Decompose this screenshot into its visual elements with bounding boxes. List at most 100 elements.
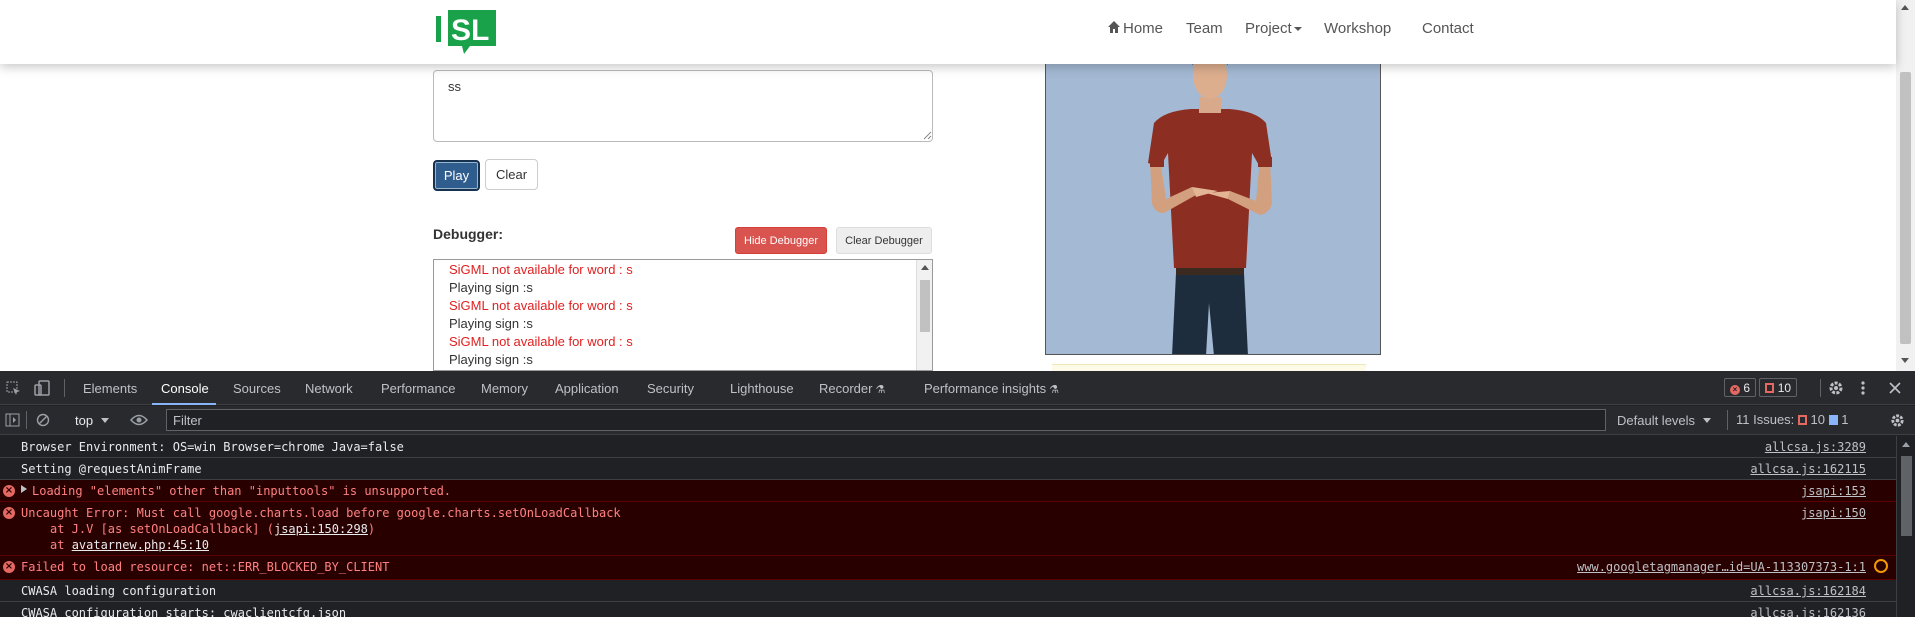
device-toolbar-icon[interactable] [34,380,50,396]
home-icon [1108,21,1120,33]
nav-workshop[interactable]: Workshop [1324,20,1391,37]
log-levels-dropdown[interactable]: Default levels [1617,413,1712,428]
nav-project-dropdown[interactable]: Project [1245,20,1302,37]
scroll-up-icon[interactable] [921,265,929,270]
resize-grip-icon[interactable] [922,130,932,140]
tab-console[interactable]: Console [161,381,209,396]
console-settings-gear-icon[interactable] [1890,413,1905,428]
settings-gear-icon[interactable] [1828,380,1844,396]
avatar-figure [1148,63,1272,354]
experiment-flask-icon: ⚗ [1049,384,1059,396]
info-flag-icon [1828,415,1838,425]
log-levels-label: Default levels [1617,413,1696,428]
isl-logo[interactable]: SL [436,8,500,56]
tab-sources[interactable]: Sources [233,381,281,396]
tab-performance-insights[interactable]: Performance insights ⚗ [924,381,1059,396]
expand-arrow-icon[interactable] [21,485,27,493]
more-options-icon[interactable] [1860,380,1866,396]
clear-button[interactable]: Clear [485,159,538,190]
debug-log-line: SiGML not available for word : s [449,334,633,349]
web-page: SL Home Team Project Workshop Contact ss… [0,0,1915,371]
nav-home[interactable]: Home [1107,20,1163,37]
stack-frame: at avatarnew.php:45:10 [50,538,209,552]
console-error-message[interactable]: × Uncaught Error: Must call google.chart… [0,502,1896,556]
debugger-scroll-thumb[interactable] [920,280,930,332]
scroll-up-icon[interactable] [1902,442,1910,447]
tab-recorder[interactable]: Recorder ⚗ [819,381,885,396]
console-error-message[interactable]: × Loading "elements" other than "inputto… [0,480,1896,502]
console-message: CWASA configuration starts: cwaclientcfg… [0,602,1896,617]
source-link[interactable]: allcsa.js:3289 [1765,440,1866,454]
error-counter[interactable]: × 6 10 [1724,378,1798,398]
source-link[interactable]: allcsa.js:162136 [1750,606,1866,617]
stack-frame: at J.V [as setOnLoadCallback] (jsapi:150… [50,522,375,536]
hide-debugger-button[interactable]: Hide Debugger [735,227,827,254]
issue-count-badge[interactable]: 10 [1759,378,1798,397]
stack-frame-link[interactable]: jsapi:150:298 [274,522,368,536]
source-link[interactable]: jsapi:150 [1801,506,1866,520]
page-scrollbar[interactable] [1896,0,1915,371]
svg-text:SL: SL [451,14,489,47]
tab-application[interactable]: Application [555,381,619,396]
signing-avatar[interactable] [1045,62,1381,355]
tab-performance-insights-label: Performance insights [924,381,1047,396]
scroll-down-icon[interactable] [1901,358,1909,363]
dropdown-arrow-icon [101,418,110,423]
nav-home-label: Home [1123,20,1164,37]
error-icon: × [3,507,15,519]
play-button[interactable]: Play [433,160,480,191]
debugger-log[interactable]: SiGML not available for word : s Playing… [433,259,933,371]
close-icon[interactable] [1889,382,1901,394]
tab-network[interactable]: Network [305,381,353,396]
scroll-up-icon[interactable] [1901,5,1909,10]
console-error-message[interactable]: × Failed to load resource: net::ERR_BLOC… [0,556,1896,580]
active-tab-indicator [152,403,216,405]
tab-lighthouse[interactable]: Lighthouse [730,381,794,396]
network-request-icon[interactable] [1874,559,1888,573]
debug-log-line: Playing sign :s [449,316,533,331]
context-selector[interactable]: top [75,413,110,428]
issue-flag-icon [1765,383,1775,393]
tab-performance[interactable]: Performance [381,381,455,396]
source-link[interactable]: www.googletagmanager…id=UA-113307373-1:1 [1577,560,1866,574]
page-scroll-thumb[interactable] [1900,72,1911,344]
divider [64,379,65,397]
inspect-element-icon[interactable] [6,381,21,396]
clear-debugger-button[interactable]: Clear Debugger [836,227,932,254]
source-link[interactable]: allcsa.js:162184 [1750,584,1866,598]
stack-frame-text: at [50,538,72,552]
tab-security[interactable]: Security [647,381,694,396]
console-message-text: CWASA configuration starts: cwaclientcfg… [21,606,347,617]
console-toolbar: top Default levels 11 Issues: 10 1 [0,406,1915,435]
error-icon: × [3,561,15,573]
stack-frame-link[interactable]: avatarnew.php:45:10 [72,538,209,552]
clear-console-icon[interactable] [36,413,50,427]
console-scrollbar[interactable] [1896,436,1915,617]
debugger-scrollbar[interactable] [916,260,932,370]
source-link[interactable]: jsapi:153 [1801,484,1866,498]
tab-elements[interactable]: Elements [83,381,137,396]
debug-log-line: SiGML not available for word : s [449,262,633,277]
console-scroll-thumb[interactable] [1901,456,1912,536]
debugger-label: Debugger: [433,226,503,242]
console-filter-input[interactable] [166,409,1606,431]
nav-team[interactable]: Team [1186,20,1223,37]
nav-project-label: Project [1245,20,1292,37]
issues-info-count: 1 [1841,412,1849,427]
stack-frame-text: at J.V [as setOnLoadCallback] ( [50,522,274,536]
console-message-text: Browser Environment: OS=win Browser=chro… [21,440,404,454]
console-message: CWASA loading configuration allcsa.js:16… [0,580,1896,602]
console-messages: Browser Environment: OS=win Browser=chro… [0,436,1896,617]
error-count-badge[interactable]: × 6 [1724,378,1757,397]
sign-text-input[interactable]: ss [433,70,933,142]
stack-frame-text: ) [367,522,376,536]
issues-button[interactable]: 11 Issues: 10 1 [1727,410,1849,430]
tab-memory[interactable]: Memory [481,381,528,396]
navbar: SL Home Team Project Workshop Contact [0,0,1896,64]
live-expression-eye-icon[interactable] [130,414,148,426]
sidebar-toggle-icon[interactable] [5,413,20,427]
issues-error-count: 10 [1810,412,1826,427]
nav-contact[interactable]: Contact [1422,20,1474,37]
experiment-flask-icon: ⚗ [875,384,886,396]
source-link[interactable]: allcsa.js:162115 [1750,462,1866,476]
